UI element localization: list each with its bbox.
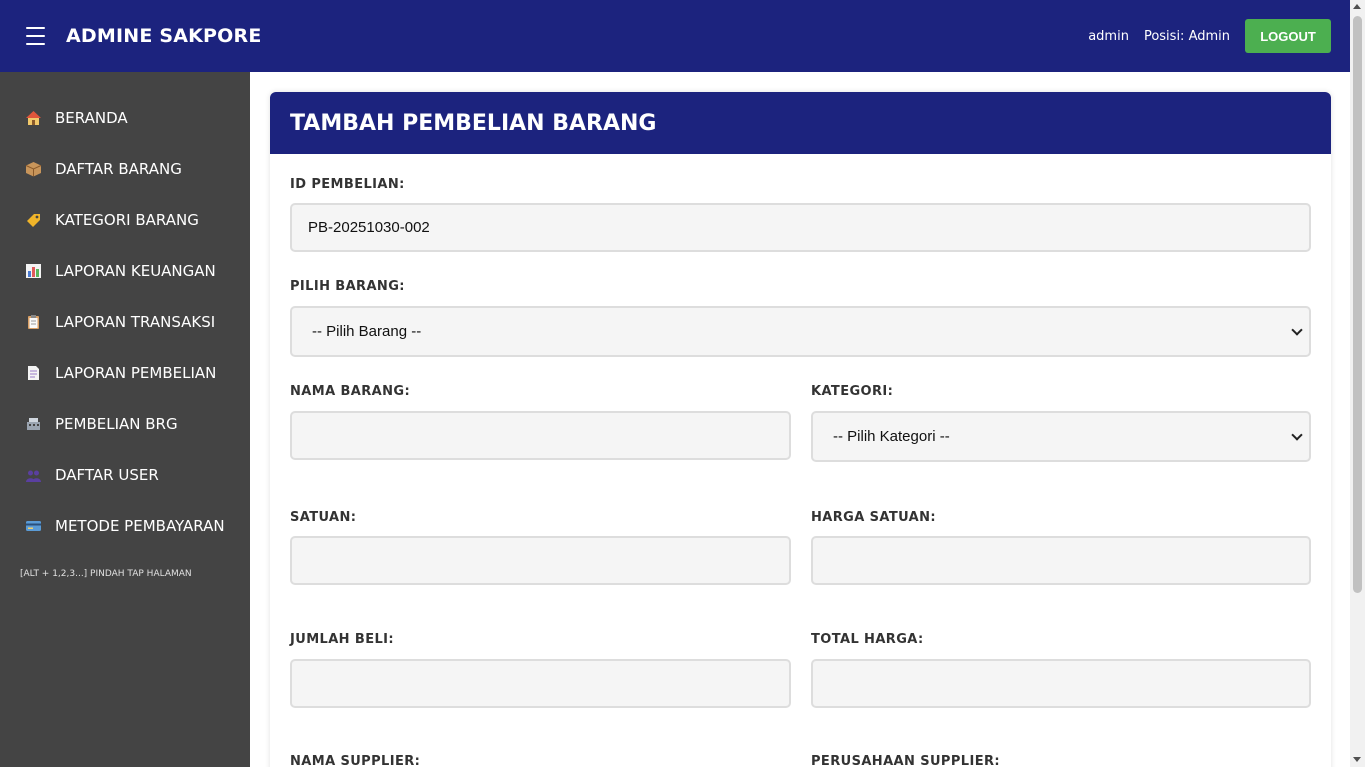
nama-supplier-label: NAMA SUPPLIER: <box>290 754 421 767</box>
form-card: TAMBAH PEMBELIAN BARANG ID PEMBELIAN: PB… <box>270 92 1331 767</box>
top-bar: ADMINE SAKPORE admin Posisi: Admin LOGOU… <box>0 0 1350 72</box>
sidebar-item-kategori-barang[interactable]: KATEGORI BARANG <box>25 209 199 231</box>
scroll-up-icon[interactable] <box>1353 4 1361 9</box>
sidebar-item-laporan-keuangan[interactable]: LAPORAN KEUANGAN <box>25 260 216 282</box>
sidebar-item-metode-pembayaran[interactable]: METODE PEMBAYARAN <box>25 515 225 537</box>
pilih-barang-value: -- Pilih Barang -- <box>312 323 422 340</box>
sidebar-item-laporan-transaksi[interactable]: LAPORAN TRANSAKSI <box>25 311 215 333</box>
chevron-down-icon <box>1291 428 1303 441</box>
card-header: TAMBAH PEMBELIAN BARANG <box>270 92 1331 154</box>
cash-register-icon <box>25 416 42 432</box>
scroll-down-icon[interactable] <box>1353 757 1361 762</box>
jumlah-beli-input[interactable] <box>290 659 791 708</box>
kategori-label: KATEGORI: <box>811 384 894 399</box>
page-title: TAMBAH PEMBELIAN BARANG <box>290 110 657 136</box>
credit-card-icon <box>25 518 42 534</box>
chevron-down-icon <box>1291 323 1303 336</box>
harga-satuan-label: HARGA SATUAN: <box>811 510 936 525</box>
harga-satuan-input[interactable] <box>811 536 1311 585</box>
satuan-label: SATUAN: <box>290 510 357 525</box>
clipboard-icon <box>25 314 42 330</box>
id-pembelian-label: ID PEMBELIAN: <box>290 177 405 192</box>
total-harga-label: TOTAL HARGA: <box>811 632 924 647</box>
main-content: TAMBAH PEMBELIAN BARANG ID PEMBELIAN: PB… <box>250 72 1350 767</box>
user-role: Posisi: Admin <box>1143 28 1230 44</box>
pilih-barang-select[interactable]: -- Pilih Barang -- <box>290 306 1311 357</box>
jumlah-beli-label: JUMLAH BELI: <box>290 632 394 647</box>
package-icon <box>25 161 42 177</box>
tag-icon <box>25 212 42 228</box>
house-icon <box>25 110 42 126</box>
bar-chart-icon <box>25 263 42 279</box>
app-title: ADMINE SAKPORE <box>66 25 262 47</box>
username: admin <box>1088 28 1129 44</box>
logout-button[interactable]: LOGOUT <box>1245 19 1331 53</box>
document-icon <box>25 365 42 381</box>
menu-icon[interactable] <box>26 27 45 45</box>
users-icon <box>25 467 42 483</box>
sidebar-item-daftar-barang[interactable]: DAFTAR BARANG <box>25 158 182 180</box>
sidebar-item-beranda[interactable]: BERANDA <box>25 107 128 129</box>
id-pembelian-input[interactable]: PB-20251030-002 <box>290 203 1311 252</box>
perusahaan-supplier-label: PERUSAHAAN SUPPLIER: <box>811 754 1000 767</box>
shortcut-hint: [ALT + 1,2,3...] PINDAH TAP HALAMAN <box>20 569 192 579</box>
kategori-select[interactable]: -- Pilih Kategori -- <box>811 411 1311 462</box>
nama-barang-input[interactable] <box>290 411 791 460</box>
user-area: admin Posisi: Admin LOGOUT <box>1088 19 1331 53</box>
satuan-input[interactable] <box>290 536 791 585</box>
sidebar: BERANDA DAFTAR BARANG KATEGORI BARANG LA… <box>0 72 250 767</box>
nama-barang-label: NAMA BARANG: <box>290 384 411 399</box>
kategori-value: -- Pilih Kategori -- <box>833 428 950 445</box>
page-scrollbar[interactable] <box>1350 0 1365 767</box>
total-harga-input[interactable] <box>811 659 1311 708</box>
scroll-thumb[interactable] <box>1353 16 1362 593</box>
sidebar-item-daftar-user[interactable]: DAFTAR USER <box>25 464 159 486</box>
sidebar-item-laporan-pembelian[interactable]: LAPORAN PEMBELIAN <box>25 362 216 384</box>
pilih-barang-label: PILIH BARANG: <box>290 279 405 294</box>
sidebar-item-pembelian-brg[interactable]: PEMBELIAN BRG <box>25 413 178 435</box>
